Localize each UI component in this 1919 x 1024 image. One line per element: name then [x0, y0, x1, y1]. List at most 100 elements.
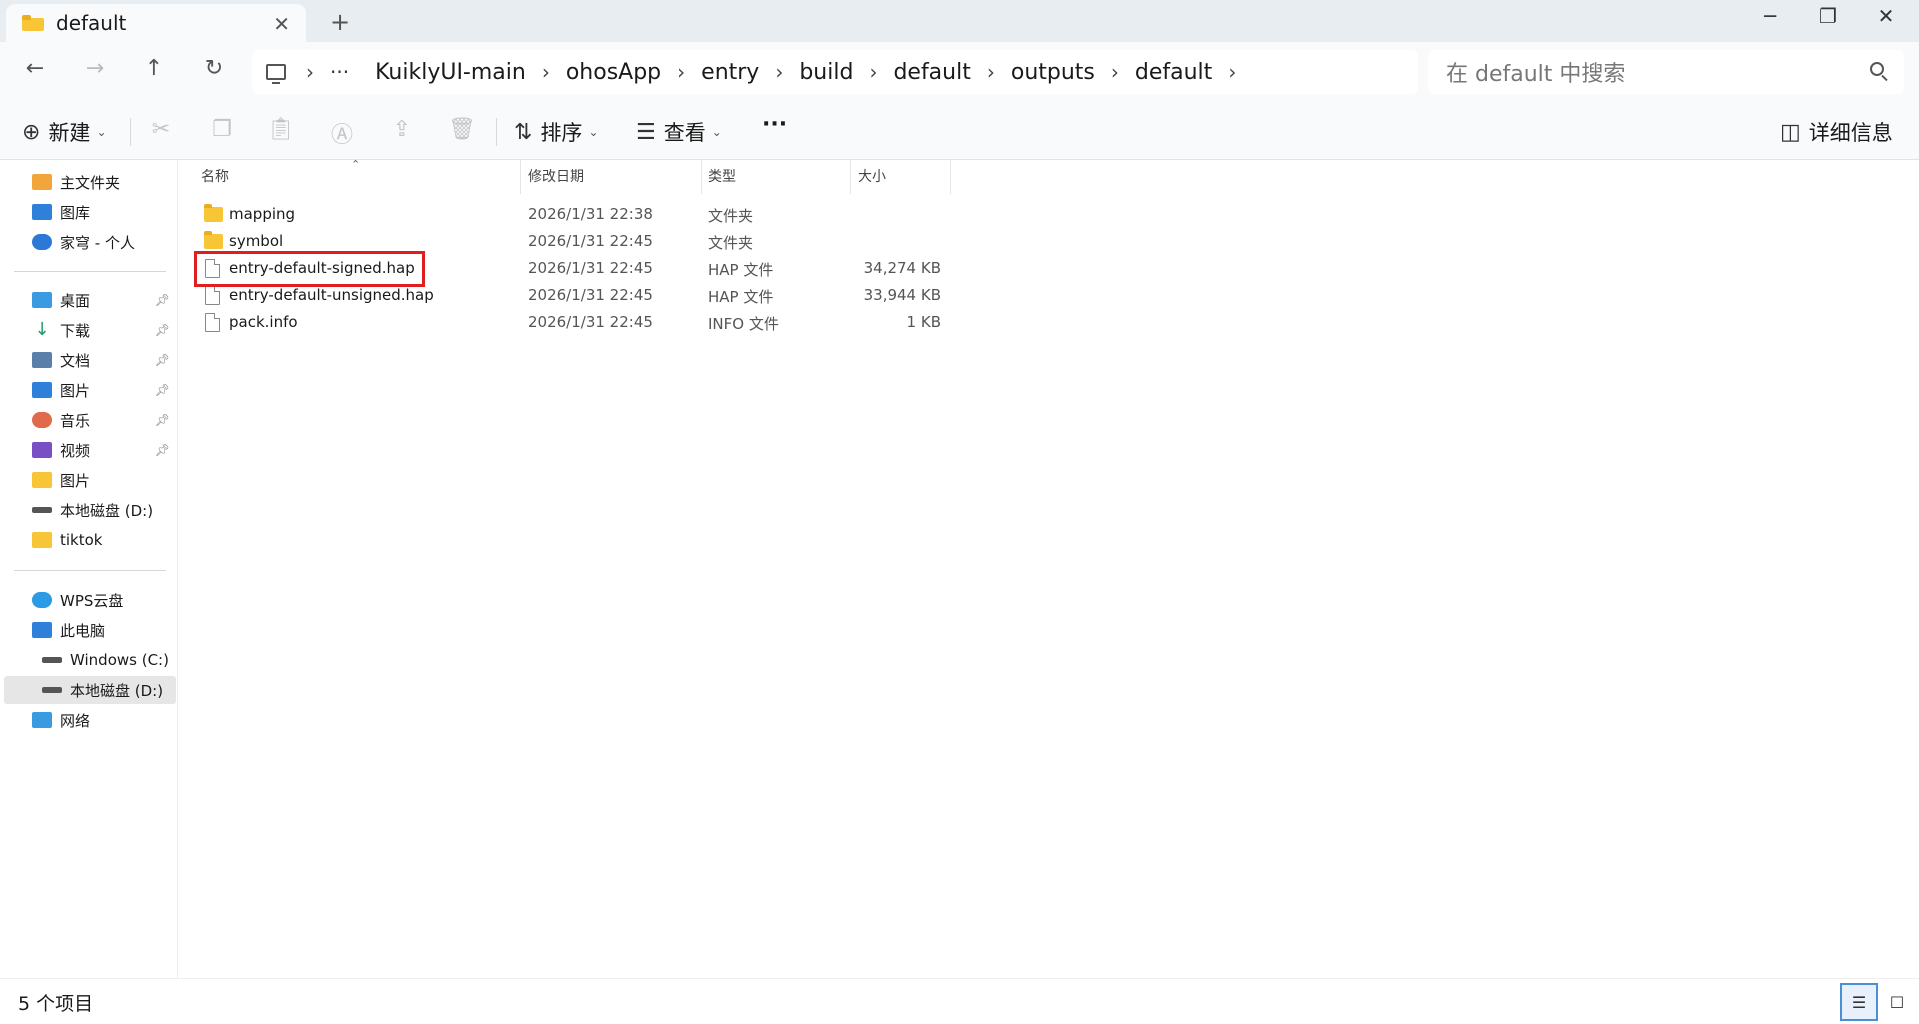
column-header-type[interactable]: 类型 — [708, 166, 736, 186]
sidebar-item-music[interactable]: 音乐 📌︎ — [0, 406, 176, 434]
search-icon[interactable] — [1870, 62, 1884, 76]
breadcrumb-default-current[interactable]: default — [1135, 60, 1212, 85]
sort-button[interactable]: ⇅ 排序 ⌄ — [514, 117, 599, 147]
sidebar-item-label: 家穹 - 个人 — [60, 233, 135, 252]
download-icon: ↓ — [34, 319, 50, 340]
column-divider[interactable] — [850, 160, 851, 194]
file-modified: 2026/1/31 22:45 — [528, 259, 653, 277]
forward-button[interactable]: → — [80, 56, 110, 81]
chevron-right-icon[interactable]: › — [987, 60, 995, 84]
column-divider[interactable] — [701, 160, 702, 194]
chevron-right-icon[interactable]: › — [775, 60, 783, 84]
sidebar-item-label: 此电脑 — [60, 621, 106, 640]
sidebar-item-downloads[interactable]: ↓ 下载 📌︎ — [0, 316, 176, 344]
sidebar-item-videos[interactable]: 视频 📌︎ — [0, 436, 176, 464]
sidebar-item-onedrive[interactable]: 家穹 - 个人 — [0, 228, 176, 256]
pin-icon[interactable]: 📌︎ — [155, 353, 170, 367]
refresh-button[interactable]: ↻ — [199, 56, 229, 81]
file-name[interactable]: pack.info — [229, 313, 298, 331]
column-divider[interactable] — [950, 160, 951, 194]
table-row[interactable]: pack.info 2026/1/31 22:45 INFO 文件 1 KB — [179, 309, 959, 336]
column-header-name[interactable]: 名称 — [201, 166, 229, 186]
sidebar-item-tiktok[interactable]: tiktok — [0, 526, 176, 554]
column-divider[interactable] — [520, 160, 521, 194]
column-header-size[interactable]: 大小 — [858, 166, 886, 186]
column-header-modified[interactable]: 修改日期 — [528, 166, 584, 186]
back-button[interactable]: ← — [20, 56, 50, 81]
file-modified: 2026/1/31 22:45 — [528, 232, 653, 250]
address-bar[interactable]: › ··· KuiklyUI-main › ohosApp › entry › … — [252, 50, 1418, 94]
sidebar-item-this-pc[interactable]: 此电脑 — [0, 616, 176, 644]
pin-icon[interactable]: 📌︎ — [155, 293, 170, 307]
sidebar-item-gallery[interactable]: 图库 — [0, 198, 176, 226]
sidebar-item-windows-c[interactable]: Windows (C:) — [0, 646, 176, 674]
up-button[interactable]: ↑ — [139, 56, 169, 81]
sidebar-item-label: 桌面 — [60, 291, 91, 310]
sidebar-item-label: Windows (C:) — [70, 651, 169, 669]
this-pc-icon — [32, 622, 52, 638]
table-row[interactable]: mapping 2026/1/31 22:38 文件夹 — [179, 201, 959, 228]
sidebar-item-drive-d[interactable]: 本地磁盘 (D:) — [0, 496, 176, 524]
breadcrumb-default[interactable]: default — [893, 60, 970, 85]
breadcrumb-build[interactable]: build — [799, 60, 853, 85]
breadcrumb-overflow[interactable]: ··· — [330, 60, 349, 84]
tiles-view-button[interactable]: ☐ — [1878, 983, 1916, 1021]
close-window-button[interactable]: ✕ — [1866, 4, 1906, 28]
chevron-right-icon[interactable]: › — [869, 60, 877, 84]
sidebar-item-label: 文档 — [60, 351, 91, 370]
chevron-right-icon[interactable]: › — [306, 60, 314, 84]
rename-icon[interactable]: Ⓐ — [328, 117, 356, 149]
file-name[interactable]: symbol — [229, 232, 283, 250]
sidebar-item-network[interactable]: 网络 — [0, 706, 176, 734]
file-modified: 2026/1/31 22:45 — [528, 286, 653, 304]
chevron-right-icon[interactable]: › — [542, 60, 550, 84]
cut-icon[interactable]: ✂ — [147, 117, 175, 142]
paste-icon[interactable]: 📋︎ — [267, 117, 295, 142]
status-bar: 5 个项目 ☰ ☐ — [0, 978, 1919, 1024]
more-options-button[interactable]: ··· — [762, 112, 787, 137]
chevron-right-icon[interactable]: › — [677, 60, 685, 84]
sidebar-item-local-disk-d[interactable]: 本地磁盘 (D:) — [4, 676, 176, 704]
file-name[interactable]: mapping — [229, 205, 295, 223]
sidebar-item-label: 视频 — [60, 441, 91, 460]
breadcrumb-outputs[interactable]: outputs — [1011, 60, 1095, 85]
minimize-button[interactable]: ─ — [1750, 4, 1790, 28]
pin-icon[interactable]: 📌︎ — [155, 443, 170, 457]
new-button[interactable]: ⊕ 新建 ⌄ — [22, 117, 107, 147]
chevron-right-icon[interactable]: › — [1111, 60, 1119, 84]
tab-default[interactable]: default ✕ — [6, 4, 306, 42]
details-view-button[interactable]: ☰ — [1840, 983, 1878, 1021]
view-button[interactable]: ☰ 查看 ⌄ — [636, 117, 722, 147]
details-pane-button[interactable]: ◫ 详细信息 — [1780, 117, 1893, 147]
share-icon[interactable]: ⇪ — [388, 117, 416, 142]
view-list-icon: ☰ — [636, 119, 656, 145]
sidebar-item-pictures[interactable]: 图片 📌︎ — [0, 376, 176, 404]
sidebar-item-wps-cloud[interactable]: WPS云盘 — [0, 586, 176, 614]
search-box[interactable]: 在 default 中搜索 — [1428, 50, 1904, 94]
title-bar: default ✕ + ─ ❐ ✕ — [0, 0, 1919, 42]
sidebar-item-documents[interactable]: 文档 📌︎ — [0, 346, 176, 374]
copy-icon[interactable]: ❐ — [208, 117, 236, 142]
breadcrumb-kuiklyui-main[interactable]: KuiklyUI-main — [375, 60, 526, 85]
videos-icon — [32, 442, 52, 458]
pin-icon[interactable]: 📌︎ — [155, 383, 170, 397]
file-name[interactable]: entry-default-unsigned.hap — [229, 286, 434, 304]
drive-c-icon — [42, 657, 62, 663]
pin-icon[interactable]: 📌︎ — [155, 323, 170, 337]
pin-icon[interactable]: 📌︎ — [155, 413, 170, 427]
delete-icon[interactable]: 🗑︎ — [448, 117, 476, 142]
sidebar-item-home[interactable]: 主文件夹 — [0, 168, 176, 196]
computer-icon[interactable] — [266, 64, 286, 84]
file-icon — [205, 286, 220, 305]
tab-close-icon[interactable]: ✕ — [273, 12, 290, 36]
file-list: ⌃ 名称 修改日期 类型 大小 mapping 2026/1/31 22:38 … — [179, 158, 1919, 978]
search-input[interactable]: 在 default 中搜索 — [1446, 56, 1625, 88]
breadcrumb-entry[interactable]: entry — [701, 60, 759, 85]
sidebar-item-pictures-folder[interactable]: 图片 — [0, 466, 176, 494]
breadcrumb-ohosapp[interactable]: ohosApp — [566, 60, 661, 85]
sidebar-item-desktop[interactable]: 桌面 📌︎ — [0, 286, 176, 314]
chevron-right-icon[interactable]: › — [1228, 60, 1236, 84]
new-tab-button[interactable]: + — [330, 8, 350, 36]
restore-button[interactable]: ❐ — [1808, 4, 1848, 28]
folder-icon — [22, 15, 44, 31]
